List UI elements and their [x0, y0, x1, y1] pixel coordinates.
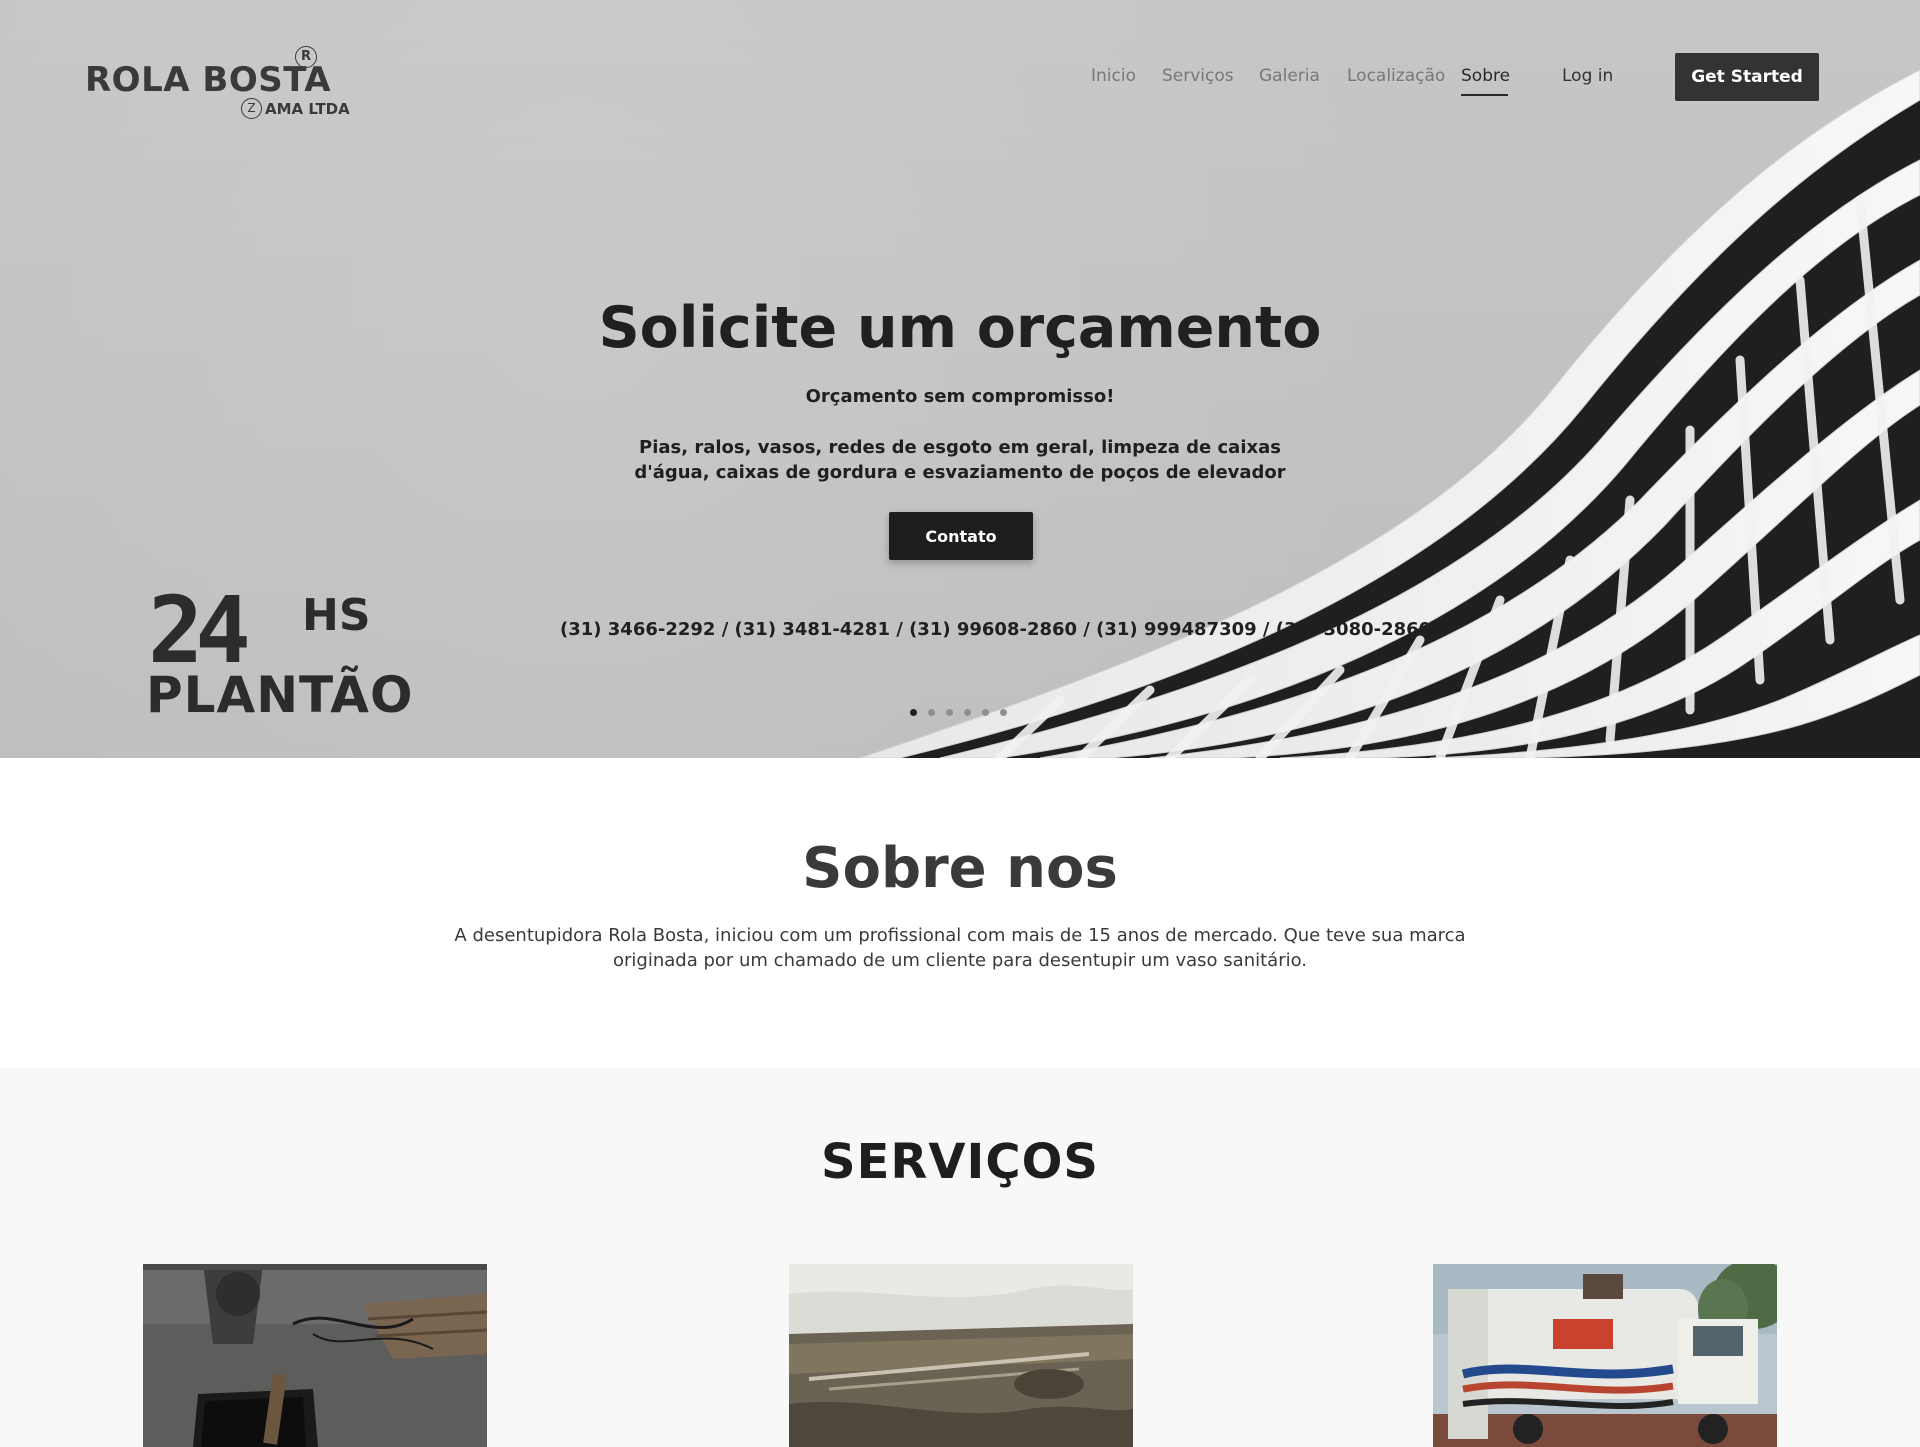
hero-title: Solicite um orçamento	[598, 295, 1322, 361]
badge-unit: HS	[302, 590, 371, 641]
phone-numbers: (31) 3466-2292 / (31) 3481-4281 / (31) 9…	[560, 619, 1432, 640]
hero-section: ROLA BOSTA R Z AMA LTDA Inicio Serviços …	[0, 0, 1920, 758]
nav-item-sobre[interactable]: Sobre	[1461, 66, 1510, 86]
carousel-dot[interactable]	[928, 709, 935, 716]
service-photo-2[interactable]	[789, 1264, 1133, 1447]
carousel-dot[interactable]	[1000, 709, 1007, 716]
excavation-photo-image	[789, 1264, 1133, 1447]
contato-button[interactable]: Contato	[889, 512, 1033, 560]
nav-item-servicos[interactable]: Serviços	[1162, 66, 1234, 86]
badge-number: 24	[148, 577, 251, 684]
carousel-dot[interactable]	[964, 709, 971, 716]
truck-photo-image	[1433, 1264, 1777, 1447]
z-mark-icon: Z	[241, 98, 262, 119]
carousel-indicators	[910, 709, 1007, 716]
services-title: SERVIÇOS	[821, 1134, 1099, 1190]
drain-photo-image	[143, 1264, 487, 1447]
badge-label: PLANTÃO	[146, 666, 414, 724]
service-photo-1[interactable]	[143, 1264, 487, 1447]
nav-item-inicio[interactable]: Inicio	[1091, 66, 1136, 86]
get-started-button[interactable]: Get Started	[1675, 53, 1819, 101]
about-section: Sobre nos A desentupidora Rola Bosta, in…	[0, 758, 1920, 1068]
carousel-dot[interactable]	[910, 709, 917, 716]
nav-active-indicator	[1461, 94, 1508, 96]
about-text: A desentupidora Rola Bosta, iniciou com …	[454, 925, 1466, 971]
login-link[interactable]: Log in	[1562, 66, 1613, 86]
carousel-dot[interactable]	[946, 709, 953, 716]
hero-description: Pias, ralos, vasos, redes de esgoto em g…	[634, 437, 1286, 483]
logo-subtitle: AMA LTDA	[265, 100, 350, 118]
brand-logo[interactable]: ROLA BOSTA R Z AMA LTDA	[85, 45, 355, 125]
carousel-dot[interactable]	[982, 709, 989, 716]
logo-title: ROLA BOSTA	[85, 60, 332, 100]
nav-item-localizacao[interactable]: Localização	[1347, 66, 1445, 86]
service-photo-3[interactable]	[1433, 1264, 1777, 1447]
nav-item-galeria[interactable]: Galeria	[1259, 66, 1320, 86]
services-section: SERVIÇOS	[0, 1068, 1920, 1447]
hero-subtitle: Orçamento sem compromisso!	[805, 386, 1115, 407]
registered-mark-icon: R	[295, 46, 317, 68]
about-title: Sobre nos	[802, 836, 1118, 901]
